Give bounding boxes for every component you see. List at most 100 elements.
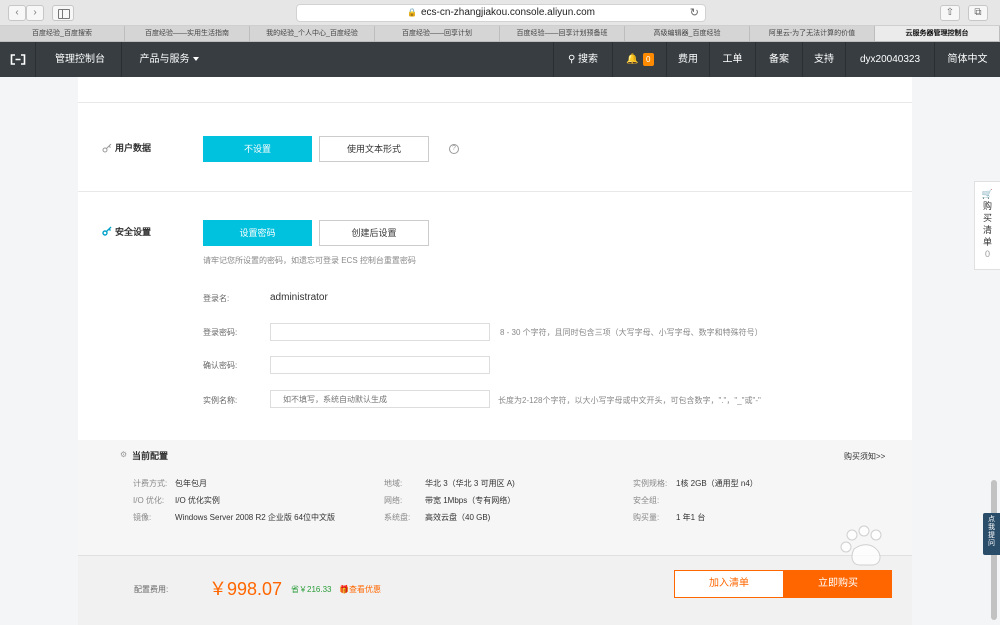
divider <box>78 191 912 192</box>
security-group-label: 安全组: <box>633 496 660 505</box>
tab[interactable]: 百度经验——回享计划 <box>375 26 500 41</box>
forward-button[interactable]: › <box>26 5 44 21</box>
cart-icon: 🛒 <box>981 189 994 199</box>
instance-spec-value: 1核 2GB（通用型 n4） <box>676 479 758 488</box>
image-value: Windows Server 2008 R2 企业版 64位中文版 <box>175 513 336 522</box>
instance-name-rule-hint: 长度为2-128个字符，以大小写字母或中文开头，可包含数字，"."，"_"或"-… <box>498 396 761 405</box>
set-password-button[interactable]: 设置密码 <box>203 220 312 246</box>
nav-divider <box>121 42 122 77</box>
view-discount-label: 查看优惠 <box>348 585 381 594</box>
browser-toolbar: ‹ › 🔒 ecs-cn-zhangjiakou.console.aliyun.c… <box>0 0 1000 26</box>
icp-link[interactable]: 备案 <box>756 42 802 77</box>
lock-icon: 🔒 <box>407 8 417 17</box>
search-icon: ⚲ <box>567 54 576 65</box>
cart-count: 0 <box>984 249 990 259</box>
tab-active[interactable]: 云服务器管理控制台 <box>875 26 1000 41</box>
system-disk-value: 高效云盘（40 GB) <box>425 513 491 522</box>
cart-label-char: 买 <box>982 213 992 223</box>
support-link[interactable]: 支持 <box>803 42 845 77</box>
user-data-text-button[interactable]: 使用文本形式 <box>319 136 429 162</box>
sidebar-toggle-button[interactable] <box>52 5 74 21</box>
reload-icon[interactable]: ↻ <box>690 5 699 21</box>
quantity-label: 购买量: <box>633 513 660 522</box>
notifications-button[interactable]: 🔔 0 <box>624 42 656 77</box>
tabs-overview-button[interactable]: ⧉ <box>968 5 988 21</box>
view-discount-link[interactable]: 🎁查看优惠 <box>339 584 381 595</box>
login-name-label: 登录名: <box>203 294 230 303</box>
divider <box>78 102 912 103</box>
password-label: 登录密码: <box>203 328 238 337</box>
tab-bar: 百度经验_百度搜索 百度经验——实用生活指南 我的经验_个人中心_百度经验 百度… <box>0 26 1000 42</box>
ask-label-char: 问 <box>988 540 995 547</box>
address-bar[interactable]: 🔒 ecs-cn-zhangjiakou.console.aliyun.com ↻ <box>296 4 706 22</box>
user-menu[interactable]: dyx20040323 <box>846 42 934 77</box>
tab[interactable]: 阿里云-为了无法计算的价值 <box>750 26 875 41</box>
set-later-button[interactable]: 创建后设置 <box>319 220 429 246</box>
ask-question-float[interactable]: 点 我 提 问 <box>983 513 1000 555</box>
ask-label-char: 点 <box>988 516 995 523</box>
password-rule-hint: 8 - 30 个字符，且同时包含三项（大写字母、小写字母、数字和特殊符号） <box>500 328 763 337</box>
io-optimized-label: I/O 优化: <box>133 496 165 505</box>
key-icon <box>102 226 112 236</box>
purchase-notice-link[interactable]: 购买须知>> <box>844 451 885 462</box>
share-button[interactable]: ⇧ <box>940 5 960 21</box>
password-reminder-hint: 请牢记您所设置的密码，如遗忘可登录 ECS 控制台重置密码 <box>203 256 416 265</box>
products-label: 产品与服务 <box>139 54 190 65</box>
fee-label: 配置费用: <box>134 585 169 594</box>
back-button[interactable]: ‹ <box>8 5 26 21</box>
billing-method-value: 包年包月 <box>175 479 207 488</box>
total-price: ￥998.07 <box>209 579 283 599</box>
tab[interactable]: 高级编辑器_百度经验 <box>625 26 750 41</box>
instance-name-field[interactable] <box>270 390 490 408</box>
network-value: 带宽 1Mbps（专有网络） <box>425 496 516 505</box>
key-icon <box>102 143 112 153</box>
search-label: 搜索 <box>578 54 599 65</box>
io-optimized-value: I/O 优化实例 <box>175 496 220 505</box>
notification-count-badge: 0 <box>642 52 654 66</box>
language-switch[interactable]: 简体中文 <box>935 42 1000 77</box>
user-data-none-button[interactable]: 不设置 <box>203 136 312 162</box>
region-value: 华北 3（华北 3 可用区 A) <box>425 479 515 488</box>
console-top-nav: 管理控制台 产品与服务 ⚲ 搜索 🔔 0 费用 工单 备案 支持 dyx20040… <box>0 42 1000 77</box>
login-name-value: administrator <box>270 292 328 303</box>
image-label: 镜像: <box>133 513 152 522</box>
confirm-password-label: 确认密码: <box>203 361 238 370</box>
products-menu[interactable]: 产品与服务 <box>139 42 199 77</box>
help-icon[interactable]: ? <box>449 144 459 154</box>
security-label: 安全设置 <box>115 227 152 237</box>
password-field[interactable] <box>270 323 490 341</box>
billing-link[interactable]: 费用 <box>667 42 709 77</box>
baidu-jingyan-watermark-icon <box>840 525 882 566</box>
tab[interactable]: 我的经验_个人中心_百度经验 <box>250 26 375 41</box>
user-data-label: 用户数据 <box>115 143 152 153</box>
quantity-value: 1 年1 台 <box>676 513 706 522</box>
current-config-title: 当前配置 <box>132 451 169 461</box>
cart-label-char: 单 <box>982 237 992 247</box>
ask-label-char: 提 <box>988 532 995 539</box>
network-label: 网络: <box>384 496 403 505</box>
cart-label-char: 购 <box>982 201 992 211</box>
aliyun-logo-icon[interactable] <box>0 42 36 77</box>
shopping-list-float[interactable]: 🛒 购 买 清 单 0 <box>974 181 1000 270</box>
ask-label-char: 我 <box>988 524 995 531</box>
bell-icon: 🔔 <box>626 54 639 65</box>
console-home-link[interactable]: 管理控制台 <box>55 42 105 77</box>
cart-label-char: 清 <box>982 225 992 235</box>
region-label: 地域: <box>384 479 403 488</box>
chevron-down-icon <box>192 57 199 62</box>
gear-icon: ⚙ <box>120 450 128 459</box>
add-to-cart-button[interactable]: 加入清单 <box>674 570 784 598</box>
tab[interactable]: 百度经验——回享计划预备班 <box>500 26 625 41</box>
system-disk-label: 系统盘: <box>384 513 411 522</box>
gift-icon: 🎁 <box>339 585 349 594</box>
search-button[interactable]: ⚲ 搜索 <box>563 42 603 77</box>
savings-amount: 省￥216.33 <box>291 585 332 594</box>
url-text: ecs-cn-zhangjiakou.console.aliyun.com <box>420 7 595 18</box>
billing-method-label: 计费方式: <box>133 479 168 488</box>
confirm-password-field[interactable] <box>270 356 490 374</box>
tickets-link[interactable]: 工单 <box>710 42 755 77</box>
tab[interactable]: 百度经验_百度搜索 <box>0 26 125 41</box>
nav-divider <box>612 42 613 77</box>
instance-name-label: 实例名称: <box>203 396 238 405</box>
tab[interactable]: 百度经验——实用生活指南 <box>125 26 250 41</box>
